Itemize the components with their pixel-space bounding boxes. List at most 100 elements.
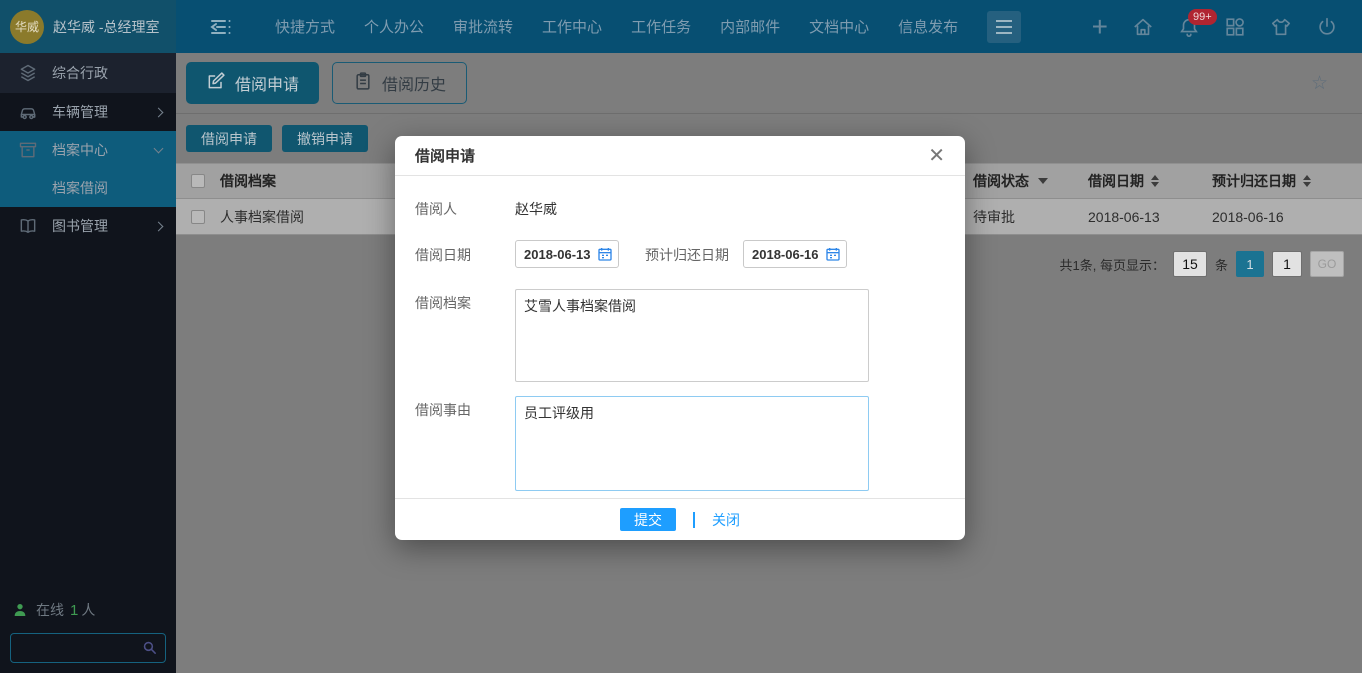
column-borrow-date[interactable]: 借阅日期	[1088, 171, 1212, 191]
sidebar-bottom: 在线 1 人	[10, 600, 166, 663]
borrow-request-modal: 借阅申请 ✕ 借阅人 赵华威 借阅日期 预计归还日期	[395, 136, 965, 540]
borrow-date-label: 借阅日期	[415, 240, 515, 268]
archive-textarea[interactable]: 艾雪人事档案借阅	[515, 289, 869, 382]
username: 赵华威 -总经理室	[53, 17, 160, 37]
modal-header: 借阅申请 ✕	[395, 136, 965, 176]
modal-footer: 提交 关闭	[395, 498, 965, 540]
search-icon[interactable]	[141, 639, 158, 656]
submit-button[interactable]: 提交	[620, 508, 676, 531]
pagination-unit: 条	[1215, 255, 1228, 274]
withdraw-request-button[interactable]: 撤销申请	[282, 125, 368, 152]
online-label: 在线	[36, 600, 64, 620]
nav-item-internal-mail[interactable]: 内部邮件	[720, 16, 780, 37]
sidebar-item-general-admin[interactable]: 综合行政	[0, 53, 176, 93]
logout-power-icon[interactable]	[1316, 16, 1338, 38]
dates-row: 借阅日期 预计归还日期	[415, 240, 945, 268]
nav-item-shortcuts[interactable]: 快捷方式	[275, 16, 335, 37]
nav-item-personal-office[interactable]: 个人办公	[364, 16, 424, 37]
page-size-input[interactable]	[1173, 251, 1207, 277]
chevron-right-icon	[154, 107, 164, 117]
cell-borrow-date: 2018-06-13	[1088, 209, 1212, 225]
pagination-summary: 共1条, 每页显示：	[1060, 255, 1165, 274]
return-date-label: 预计归还日期	[645, 240, 743, 268]
sidebar-item-label: 综合行政	[52, 63, 108, 83]
select-all-checkbox[interactable]	[191, 174, 205, 188]
reason-textarea[interactable]: 员工评级用	[515, 396, 869, 491]
status-text: 待审批	[973, 207, 1015, 227]
borrow-date-field	[515, 240, 619, 268]
tab-label: 借阅申请	[235, 71, 299, 95]
sidebar-item-label: 车辆管理	[52, 102, 108, 122]
app-root: 华威 赵华威 -总经理室 快捷方式 个人办公 审批流转 工作中心 工作任务 内部…	[0, 0, 1362, 673]
reason-label: 借阅事由	[415, 396, 515, 491]
return-date-field	[743, 240, 847, 268]
topbar: 华威 赵华威 -总经理室 快捷方式 个人办公 审批流转 工作中心 工作任务 内部…	[0, 0, 1362, 53]
nav-item-approval-flow[interactable]: 审批流转	[453, 16, 513, 37]
notifications-bell-icon[interactable]: 99+	[1178, 16, 1200, 38]
close-icon[interactable]: ✕	[928, 146, 945, 166]
online-count: 1	[70, 602, 78, 619]
tab-label: 借阅历史	[382, 71, 446, 95]
nav-item-work-tasks[interactable]: 工作任务	[631, 16, 691, 37]
topbar-main: 快捷方式 个人办公 审批流转 工作中心 工作任务 内部邮件 文档中心 信息发布 …	[176, 0, 1362, 53]
column-label: 借阅日期	[1088, 171, 1144, 191]
sidebar-item-label: 图书管理	[52, 216, 108, 236]
new-item-icon[interactable]: +	[1092, 16, 1108, 38]
sidebar-item-archive-borrow[interactable]: 档案借阅	[0, 169, 176, 207]
sidebar-item-vehicle-mgmt[interactable]: 车辆管理	[0, 93, 176, 131]
cell-status: 待审批	[973, 207, 1088, 227]
sidebar-search	[10, 633, 166, 663]
tab-borrow-history[interactable]: 借阅历史	[332, 62, 467, 104]
edit-square-icon	[206, 71, 226, 96]
goto-page-input[interactable]	[1272, 251, 1302, 277]
borrow-request-button[interactable]: 借阅申请	[186, 125, 272, 152]
header-checkbox-cell	[176, 174, 220, 188]
sort-icon[interactable]	[1151, 175, 1159, 187]
book-icon	[18, 216, 38, 236]
chevron-down-icon	[154, 144, 164, 154]
tabs-row: 借阅申请 借阅历史 ☆	[176, 53, 1362, 114]
calendar-icon[interactable]	[825, 246, 841, 262]
notification-badge: 99+	[1188, 9, 1217, 25]
archive-box-icon	[18, 140, 38, 160]
column-status[interactable]: 借阅状态	[973, 171, 1088, 191]
close-button[interactable]: 关闭	[712, 510, 740, 530]
current-page-button[interactable]: 1	[1236, 251, 1264, 277]
nav-item-document-center[interactable]: 文档中心	[809, 16, 869, 37]
sidebar-item-label: 档案借阅	[52, 178, 108, 198]
user-panel[interactable]: 华威 赵华威 -总经理室	[0, 0, 176, 53]
column-return-date[interactable]: 预计归还日期	[1212, 171, 1362, 191]
favorite-star-icon[interactable]: ☆	[1311, 74, 1328, 93]
sort-icon[interactable]	[1303, 175, 1311, 187]
tab-borrow-request[interactable]: 借阅申请	[186, 62, 319, 104]
theme-shirt-icon[interactable]	[1270, 16, 1292, 38]
nav-item-info-publish[interactable]: 信息发布	[898, 16, 958, 37]
main-nav: 快捷方式 个人办公 审批流转 工作中心 工作任务 内部邮件 文档中心 信息发布	[275, 16, 987, 37]
column-label: 预计归还日期	[1212, 171, 1296, 191]
avatar[interactable]: 华威	[10, 10, 44, 44]
chevron-right-icon	[154, 221, 164, 231]
sidebar-collapse-icon[interactable]	[209, 15, 233, 39]
online-suffix: 人	[81, 600, 95, 620]
archive-row: 借阅档案 艾雪人事档案借阅	[415, 289, 945, 382]
sidebar-item-library-mgmt[interactable]: 图书管理	[0, 207, 176, 245]
home-icon[interactable]	[1132, 16, 1154, 38]
apps-grid-icon[interactable]	[1224, 16, 1246, 38]
modal-body: 借阅人 赵华威 借阅日期 预计归还日期	[395, 176, 965, 491]
date-text: 2018-06-13	[1088, 209, 1160, 225]
layers-icon	[18, 63, 38, 83]
go-button[interactable]: GO	[1310, 251, 1344, 277]
archive-label: 借阅档案	[415, 289, 515, 382]
reason-row: 借阅事由 员工评级用	[415, 396, 945, 491]
nav-more-menu-icon[interactable]	[987, 11, 1021, 43]
calendar-icon[interactable]	[597, 246, 613, 262]
filter-dropdown-icon[interactable]	[1038, 178, 1048, 184]
row-checkbox[interactable]	[191, 210, 205, 224]
cell-return-date: 2018-06-16	[1212, 209, 1362, 225]
nav-item-work-center[interactable]: 工作中心	[542, 16, 602, 37]
sidebar: 综合行政 车辆管理 档案中心 档案借阅 图书管理	[0, 53, 176, 673]
sidebar-item-archive-center[interactable]: 档案中心	[0, 131, 176, 169]
footer-divider	[693, 512, 695, 528]
topbar-icons: + 99+	[1092, 16, 1338, 38]
borrower-label: 借阅人	[415, 194, 515, 219]
